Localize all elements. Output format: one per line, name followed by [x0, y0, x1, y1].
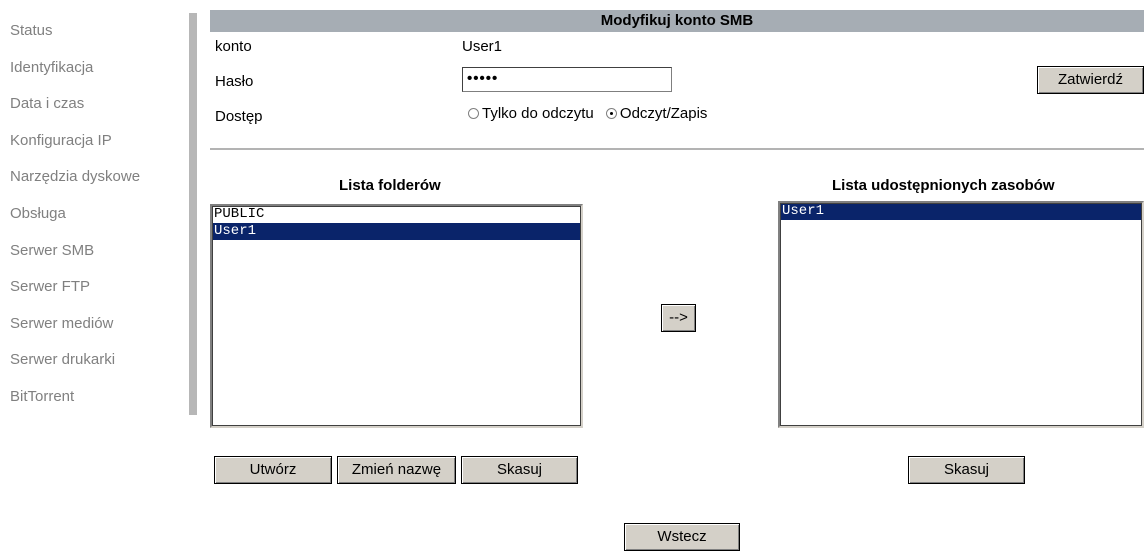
sidebar-item-serwer-smb[interactable]: Serwer SMB	[10, 241, 94, 261]
password-label: Hasło	[215, 73, 254, 90]
sidebar-item-narzedzia-dyskowe[interactable]: Narzędzia dyskowe	[10, 167, 140, 187]
read-only-radio[interactable]	[468, 108, 479, 119]
delete-folder-button[interactable]: Skasuj	[461, 456, 578, 484]
account-label: konto	[215, 38, 252, 55]
list-item-user1-share[interactable]: User1	[780, 203, 1142, 220]
read-write-radio[interactable]	[605, 108, 617, 119]
account-value: User1	[462, 38, 503, 55]
sidebar-item-bittorrent[interactable]: BitTorrent	[10, 387, 74, 407]
read-only-radio-label[interactable]: Tylko do odczytu	[482, 105, 594, 122]
submit-button[interactable]: Zatwierdź	[1037, 66, 1144, 94]
page-title: Modyfikuj konto SMB	[210, 10, 1144, 32]
sidebar-item-serwer-ftp[interactable]: Serwer FTP	[10, 277, 90, 297]
back-button[interactable]: Wstecz	[624, 523, 740, 551]
rename-folder-button[interactable]: Zmień nazwę	[337, 456, 456, 484]
access-label: Dostęp	[215, 108, 263, 125]
folders-listbox[interactable]: PUBLIC User1	[210, 204, 583, 428]
password-field[interactable]: •••••	[462, 67, 672, 92]
shares-listbox[interactable]: User1	[778, 201, 1144, 428]
sidebar-item-obsluga[interactable]: Obsługa	[10, 204, 66, 224]
sidebar-item-serwer-mediow[interactable]: Serwer mediów	[10, 314, 113, 334]
sidebar-item-serwer-drukarki[interactable]: Serwer drukarki	[10, 350, 115, 370]
list-item-user1[interactable]: User1	[212, 223, 581, 240]
sidebar-item-konfiguracja-ip[interactable]: Konfiguracja IP	[10, 131, 112, 151]
section-divider	[210, 148, 1144, 150]
sidebar-item-identyfikacja[interactable]: Identyfikacja	[10, 58, 93, 78]
page: Status Identyfikacja Data i czas Konfigu…	[0, 0, 1144, 551]
sidebar-item-data-i-czas[interactable]: Data i czas	[10, 94, 84, 114]
access-radio-group: Tylko do odczytu Odczyt/Zapis	[468, 104, 707, 124]
sidebar: Status Identyfikacja Data i czas Konfigu…	[0, 0, 197, 551]
create-folder-button[interactable]: Utwórz	[214, 456, 332, 484]
shares-list-title: Lista udostępnionych zasobów	[832, 177, 1055, 194]
list-item-public[interactable]: PUBLIC	[212, 206, 581, 223]
sidebar-divider	[189, 13, 197, 415]
read-write-radio-label[interactable]: Odczyt/Zapis	[620, 105, 708, 122]
sidebar-item-status[interactable]: Status	[10, 21, 53, 41]
delete-share-button[interactable]: Skasuj	[908, 456, 1025, 484]
folders-list-title: Lista folderów	[339, 177, 441, 194]
add-share-button[interactable]: -->	[661, 304, 696, 332]
